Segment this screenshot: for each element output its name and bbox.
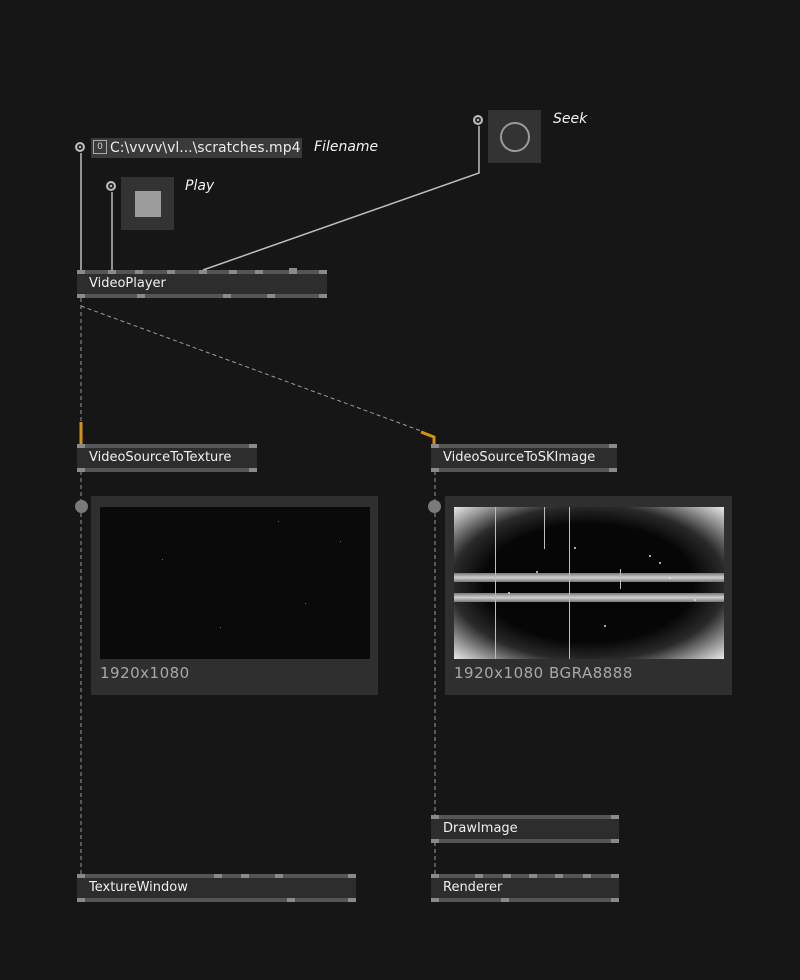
skimage-preview-pin-icon[interactable]: [428, 500, 441, 513]
node-drawimage[interactable]: DrawImage: [431, 815, 619, 843]
texture-preview-image: [100, 507, 370, 659]
texture-preview: 1920x1080: [91, 496, 378, 695]
seek-pin-icon[interactable]: [473, 115, 483, 125]
filename-iobox[interactable]: 0 C:\vvvv\vl...\scratches.mp4: [91, 138, 302, 158]
videoplayer-input-pins: [77, 268, 327, 274]
play-pin-icon[interactable]: [106, 181, 116, 191]
skimage-preview-caption: 1920x1080 BGRA8888: [454, 664, 633, 682]
renderer-label: Renderer: [443, 880, 503, 895]
skimage-preview-image: [454, 507, 724, 659]
videoplayer-label: VideoPlayer: [89, 276, 166, 291]
texture-preview-caption: 1920x1080: [100, 664, 190, 682]
filename-index: 0: [93, 140, 107, 154]
play-label: Play: [185, 178, 215, 194]
videoplayer-output-pins: [77, 294, 327, 298]
node-videoplayer[interactable]: VideoPlayer: [77, 268, 327, 298]
texture-preview-pin-icon[interactable]: [75, 500, 88, 513]
texturewindow-label: TextureWindow: [89, 880, 188, 895]
seek-bang[interactable]: [488, 110, 541, 163]
seek-label: Seek: [553, 111, 588, 127]
circle-outline-icon: [500, 122, 530, 152]
node-texturewindow[interactable]: TextureWindow: [77, 874, 356, 902]
skimage-preview: 1920x1080 BGRA8888: [445, 496, 732, 695]
videosourcetoskimage-label: VideoSourceToSKImage: [443, 450, 596, 465]
node-videosourcetotexture[interactable]: VideoSourceToTexture: [77, 444, 257, 472]
wire-videoplayer-to-skimage: [80, 305, 425, 433]
videosourcetotexture-label: VideoSourceToTexture: [89, 450, 232, 465]
drawimage-label: DrawImage: [443, 821, 518, 836]
filename-pin-icon[interactable]: [75, 142, 85, 152]
filename-value[interactable]: C:\vvvv\vl...\scratches.mp4: [110, 140, 300, 156]
play-toggle[interactable]: [121, 177, 174, 230]
node-videosourcetoskimage[interactable]: VideoSourceToSKImage: [431, 444, 617, 472]
square-toggle-icon: [135, 191, 161, 217]
node-renderer[interactable]: Renderer: [431, 874, 619, 902]
link-highlight-skimage: [420, 430, 436, 444]
filename-label: Filename: [314, 139, 379, 155]
